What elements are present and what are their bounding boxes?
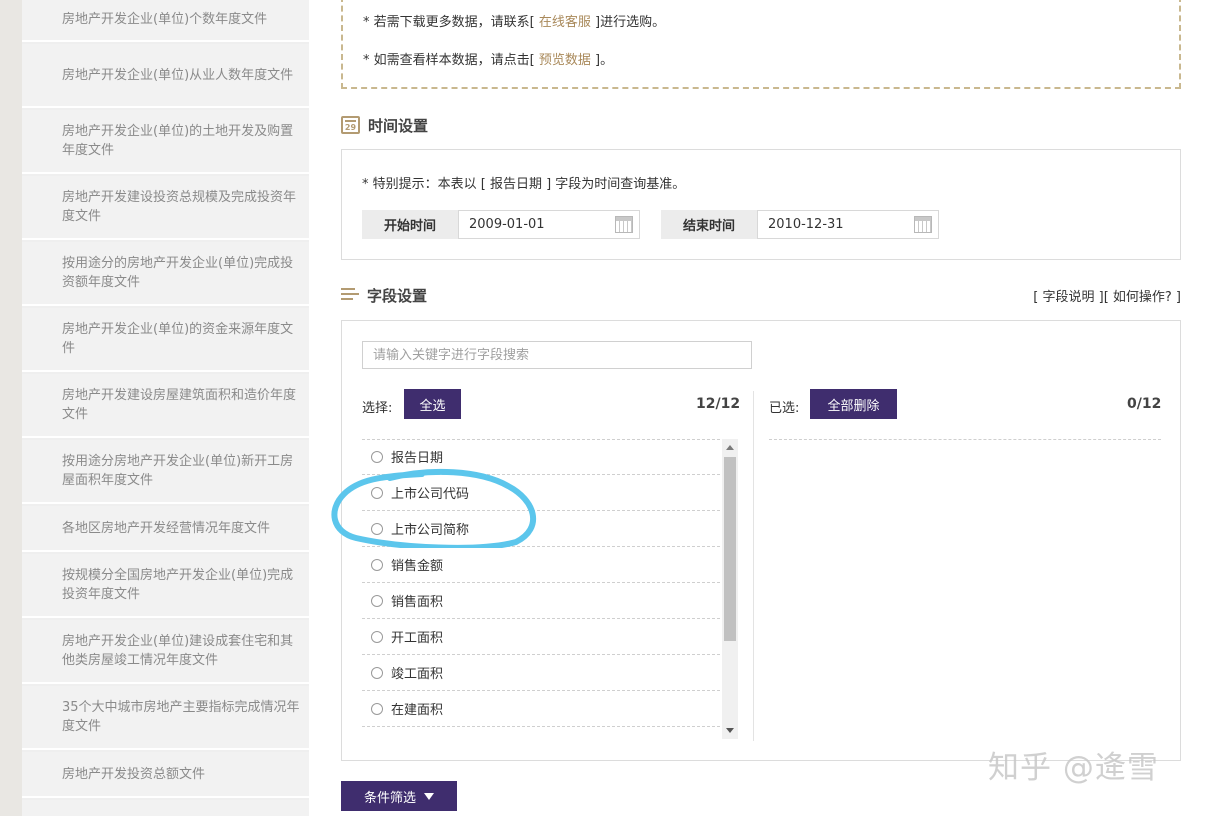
time-settings-title: 时间设置 (368, 116, 429, 135)
left-edge-strip (0, 0, 22, 816)
select-all-button[interactable]: 全选 (404, 389, 461, 419)
selected-top-divider (769, 439, 1161, 440)
radio-icon[interactable] (371, 594, 383, 607)
radio-icon[interactable] (371, 666, 383, 679)
field-option[interactable]: 竣工面积 (362, 655, 720, 691)
field-option-list: 报告日期 上市公司代码 上市公司简称 销售金额 销售面积 开工面积 竣工面积 在… (362, 439, 720, 739)
sidebar-item-label: 35个大中城市房地产主要指标完成情况年度文件 (62, 700, 300, 734)
field-settings-header: 字段设置 (341, 283, 427, 307)
time-settings-header: 29 时间设置 (341, 113, 428, 137)
radio-icon[interactable] (371, 486, 383, 499)
sidebar-item[interactable]: 各地区房地产开发经营情况年度文件 (22, 506, 309, 552)
sidebar-item-label: 各地区房地产开发经营情况年度文件 (62, 520, 271, 536)
end-date-value: 2010-12-31 (768, 217, 844, 232)
start-date-field[interactable]: 2009-01-01 (458, 210, 640, 239)
condition-filter-button[interactable]: 条件筛选 (341, 781, 457, 811)
field-option[interactable]: 上市公司代码 (362, 475, 720, 511)
sidebar-item[interactable]: 房地产开发企业(单位)建设成套住宅和其他类房屋竣工情况年度文件 (22, 620, 309, 684)
sidebar-item-label: 房地产开发企业(单位)建设成套住宅和其他类房屋竣工情况年度文件 (62, 634, 294, 668)
notice-line-contact: * 若需下载更多数据，请联系[ 在线客服 ]进行选购。 (363, 15, 666, 30)
field-option[interactable]: 销售面积 (362, 583, 720, 619)
panel-divider (753, 391, 754, 741)
caret-down-icon (424, 792, 434, 800)
notice-box: * 若需下载更多数据，请联系[ 在线客服 ]进行选购。 * 如需查看样本数据，请… (341, 0, 1181, 89)
calendar-picker-icon[interactable] (914, 216, 932, 233)
sidebar-item[interactable] (22, 800, 309, 816)
field-option[interactable]: 开工面积 (362, 619, 720, 655)
sidebar-item-label: 按规模分全国房地产开发企业(单位)完成投资年度文件 (62, 568, 294, 602)
notice-line-preview: * 如需查看样本数据，请点击[ 预览数据 ]。 (363, 53, 614, 68)
list-icon (341, 287, 359, 303)
delete-all-button[interactable]: 全部删除 (810, 389, 897, 419)
sidebar-item-label: 房地产开发企业(单位)个数年度文件 (62, 11, 268, 27)
field-search-input[interactable] (362, 341, 752, 369)
end-time-label: 结束时间 (661, 210, 757, 239)
sidebar-item-label: 房地产开发建设房屋建筑面积和造价年度文件 (62, 388, 297, 422)
scroll-down-arrow-icon[interactable] (726, 728, 734, 733)
field-option[interactable]: 报告日期 (362, 439, 720, 475)
sidebar-item-label: 房地产开发企业(单位)从业人数年度文件 (62, 67, 294, 83)
time-tip: * 特别提示：本表以 [ 报告日期 ] 字段为时间查询基准。 (362, 177, 686, 192)
watermark: 知乎 @逄雪 (988, 750, 1159, 786)
selected-label: 已选: (769, 401, 800, 416)
sidebar-item-label: 房地产开发投资总额文件 (62, 766, 206, 782)
calendar-icon: 29 (341, 116, 360, 134)
sidebar-item[interactable]: 按用途分的房地产开发企业(单位)完成投资额年度文件 (22, 242, 309, 306)
sidebar: 房地产开发企业(单位)个数年度文件 房地产开发企业(单位)从业人数年度文件 房地… (22, 0, 309, 816)
sidebar-item-label: 房地产开发企业(单位)的土地开发及购置年度文件 (62, 124, 294, 158)
sidebar-item[interactable]: 按用途分房地产开发企业(单位)新开工房屋面积年度文件 (22, 440, 309, 504)
sidebar-item[interactable]: 房地产开发企业(单位)个数年度文件 (22, 0, 309, 42)
sidebar-item-label: 按用途分房地产开发企业(单位)新开工房屋面积年度文件 (62, 454, 294, 488)
field-settings-panel: 选择: 全选 12/12 已选: 全部删除 0/12 报告日期 上市公司代码 上… (341, 320, 1181, 761)
sidebar-item[interactable]: 房地产开发投资总额文件 (22, 752, 309, 798)
sidebar-item[interactable]: 房地产开发建设房屋建筑面积和造价年度文件 (22, 374, 309, 438)
sidebar-item[interactable]: 房地产开发企业(单位)的资金来源年度文件 (22, 308, 309, 372)
select-count: 12/12 (696, 396, 741, 412)
sidebar-item[interactable]: 按规模分全国房地产开发企业(单位)完成投资年度文件 (22, 554, 309, 618)
selected-count: 0/12 (1127, 396, 1162, 412)
start-date-value: 2009-01-01 (469, 217, 545, 232)
field-option[interactable]: 上市公司简称 (362, 511, 720, 547)
preview-data-link[interactable]: 预览数据 (539, 53, 591, 68)
start-time-label: 开始时间 (362, 210, 458, 239)
sidebar-item-label: 房地产开发建设投资总规模及完成投资年度文件 (62, 190, 297, 224)
online-service-link[interactable]: 在线客服 (539, 15, 591, 30)
calendar-picker-icon[interactable] (615, 216, 633, 233)
field-description-link[interactable]: [ 字段说明 ] (1033, 290, 1103, 305)
radio-icon[interactable] (371, 630, 383, 643)
sidebar-item[interactable]: 房地产开发建设投资总规模及完成投资年度文件 (22, 176, 309, 240)
how-to-link[interactable]: [ 如何操作? ] (1104, 290, 1181, 305)
field-option[interactable]: 销售金额 (362, 547, 720, 583)
time-settings-panel: * 特别提示：本表以 [ 报告日期 ] 字段为时间查询基准。 开始时间 2009… (341, 149, 1181, 260)
scroll-up-arrow-icon[interactable] (726, 445, 734, 450)
radio-icon[interactable] (371, 450, 383, 463)
scrollbar-thumb[interactable] (724, 457, 736, 641)
option-list-scrollbar[interactable] (722, 439, 738, 739)
select-label: 选择: (362, 401, 393, 416)
sidebar-item[interactable]: 房地产开发企业(单位)从业人数年度文件 (22, 44, 309, 108)
field-option[interactable]: 在建面积 (362, 691, 720, 727)
help-links: [ 字段说明 ][ 如何操作? ] (1033, 286, 1181, 305)
radio-icon[interactable] (371, 558, 383, 571)
radio-icon[interactable] (371, 522, 383, 535)
end-date-field[interactable]: 2010-12-31 (757, 210, 939, 239)
radio-icon[interactable] (371, 702, 383, 715)
sidebar-item-label: 按用途分的房地产开发企业(单位)完成投资额年度文件 (62, 256, 294, 290)
sidebar-item-label: 房地产开发企业(单位)的资金来源年度文件 (62, 322, 294, 356)
sidebar-item[interactable]: 35个大中城市房地产主要指标完成情况年度文件 (22, 686, 309, 750)
sidebar-item[interactable]: 房地产开发企业(单位)的土地开发及购置年度文件 (22, 110, 309, 174)
field-settings-title: 字段设置 (367, 286, 428, 305)
